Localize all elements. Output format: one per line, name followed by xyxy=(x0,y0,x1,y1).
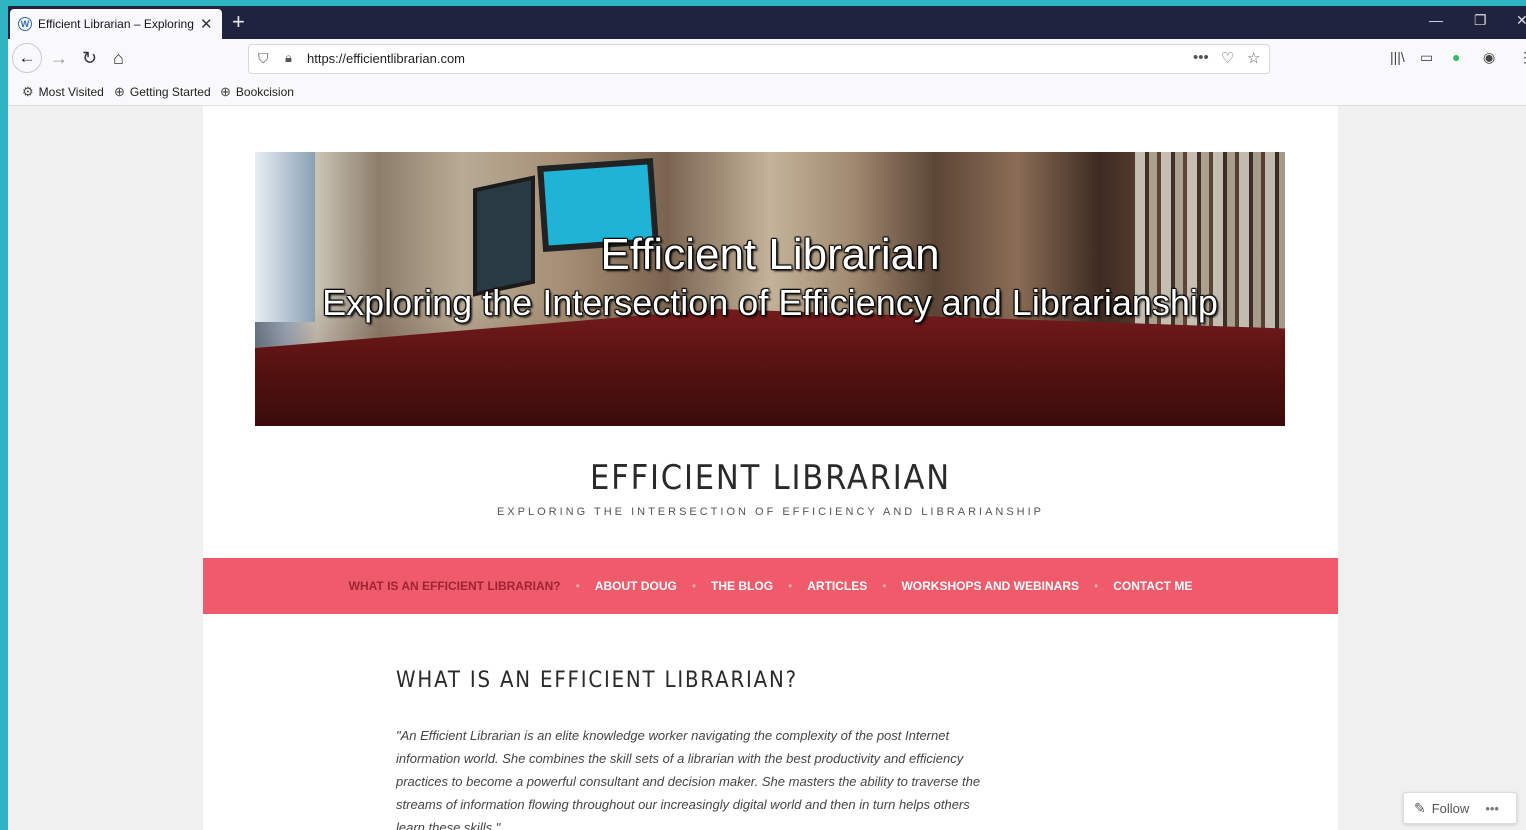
arrow-left-icon: ← xyxy=(18,48,36,67)
post-quote: "An Efficient Librarian is an elite know… xyxy=(396,728,981,830)
menu-item-what-is[interactable]: WHAT IS AN EFFICIENT LIBRARIAN? xyxy=(349,579,561,593)
gear-icon: ⚙ xyxy=(22,84,34,99)
bookmark-bookcision[interactable]: ⊕ Bookcision xyxy=(220,84,294,100)
follow-widget[interactable]: ✎ Follow ••• xyxy=(1403,792,1517,824)
minimize-icon[interactable]: — xyxy=(1429,12,1443,28)
back-button[interactable]: ← xyxy=(12,43,42,73)
lock-icon[interactable]: 🔒︎ xyxy=(285,50,292,66)
reload-button[interactable]: ↻ xyxy=(82,48,97,68)
menu-item-articles[interactable]: ARTICLES xyxy=(807,579,867,593)
banner-title: Efficient Librarian xyxy=(600,230,940,279)
restore-icon[interactable]: ❐ xyxy=(1474,12,1487,29)
tab-title: Efficient Librarian – Exploring the Inte… xyxy=(38,17,196,31)
home-button[interactable]: ⌂ xyxy=(113,48,124,68)
banner-subtitle: Exploring the Intersection of Efficiency… xyxy=(322,282,1218,323)
more-options-icon[interactable]: ••• xyxy=(1485,801,1499,816)
page-actions-icon[interactable]: ••• xyxy=(1193,49,1209,66)
menu-separator: • xyxy=(575,579,580,593)
bookmark-most-visited[interactable]: ⚙ Most Visited xyxy=(22,84,104,100)
close-icon[interactable]: ✕ xyxy=(200,15,213,33)
header-banner[interactable]: Efficient Librarian Exploring the Inters… xyxy=(255,152,1285,426)
tab-active[interactable]: W Efficient Librarian – Exploring the In… xyxy=(10,9,222,39)
menu-separator: • xyxy=(882,579,887,593)
forward-button[interactable]: → xyxy=(50,48,68,68)
globe-icon: ⊕ xyxy=(220,84,231,99)
pocket-icon[interactable]: ♡ xyxy=(1221,49,1234,67)
url-text[interactable]: https://efficientlibrarian.com xyxy=(307,51,465,66)
site-title[interactable]: EFFICIENT LIBRARIAN xyxy=(260,458,1282,498)
menu-item-workshops[interactable]: WORKSHOPS AND WEBINARS xyxy=(901,579,1079,593)
window-close-icon[interactable]: ✕ xyxy=(1516,12,1526,29)
globe-icon: ⊕ xyxy=(114,84,125,99)
tab-bar: W Efficient Librarian – Exploring the In… xyxy=(8,6,1526,39)
bookmark-star-icon[interactable]: ☆ xyxy=(1247,49,1260,67)
menu-separator: • xyxy=(788,579,793,593)
reader-follow-icon: ✎ xyxy=(1414,799,1426,816)
menu-item-about-doug[interactable]: ABOUT DOUG xyxy=(595,579,677,593)
browser-window: W Efficient Librarian – Exploring the In… xyxy=(8,6,1526,830)
shield-icon[interactable]: ⛉ xyxy=(258,50,269,67)
menu-item-the-blog[interactable]: THE BLOG xyxy=(711,579,773,593)
follow-button[interactable]: Follow xyxy=(1432,801,1470,816)
bookmark-getting-started[interactable]: ⊕ Getting Started xyxy=(114,84,211,100)
site-tagline: EXPLORING THE INTERSECTION OF EFFICIENCY… xyxy=(496,506,1045,518)
page-viewport: Efficient Librarian Exploring the Inters… xyxy=(8,106,1526,830)
bookmark-label: Most Visited xyxy=(38,85,104,99)
bookmark-label: Getting Started xyxy=(129,85,211,99)
navigation-toolbar: ← → ↻ ⌂ ⛉ 🔒︎ https://efficientlibrarian.… xyxy=(8,39,1526,79)
new-tab-button[interactable]: + xyxy=(232,10,245,34)
evernote-icon[interactable]: ● xyxy=(1452,49,1460,65)
sidebar-icon[interactable]: ▭ xyxy=(1420,49,1433,66)
primary-menu: WHAT IS AN EFFICIENT LIBRARIAN? • ABOUT … xyxy=(203,558,1338,614)
post-title: WHAT IS AN EFFICIENT LIBRARIAN? xyxy=(396,668,798,693)
library-icon[interactable]: |||\ xyxy=(1390,49,1405,65)
wordpress-icon: W xyxy=(18,17,32,31)
menu-icon[interactable]: ⋮ xyxy=(1518,49,1526,66)
bookmark-label: Bookcision xyxy=(235,85,294,99)
menu-item-contact[interactable]: CONTACT ME xyxy=(1113,579,1192,593)
bookmarks-toolbar: ⚙ Most Visited ⊕ Getting Started ⊕ Bookc… xyxy=(8,79,1526,106)
site-page: Efficient Librarian Exploring the Inters… xyxy=(203,106,1338,830)
menu-separator: • xyxy=(691,579,697,593)
account-icon[interactable]: ◉ xyxy=(1483,49,1495,66)
menu-separator: • xyxy=(1094,579,1099,593)
url-bar[interactable]: ⛉ 🔒︎ https://efficientlibrarian.com ••• … xyxy=(248,44,1270,74)
